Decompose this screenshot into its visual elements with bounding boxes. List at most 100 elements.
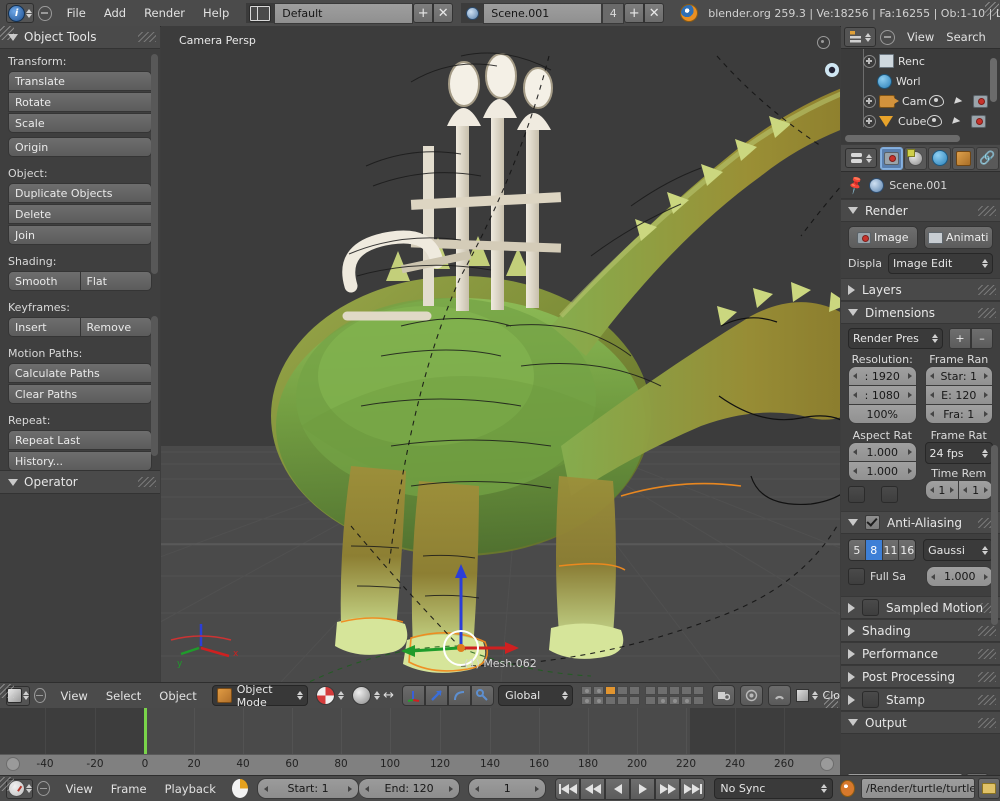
screen-layout-icon[interactable] (246, 3, 274, 23)
interaction-mode-select[interactable]: Object Mode (212, 685, 308, 706)
screen-layout-field[interactable]: Default (274, 3, 413, 24)
aspect-x-field[interactable]: 1.000 (848, 442, 917, 462)
shade-flat-button[interactable]: Flat (81, 271, 153, 291)
expand-icon[interactable] (863, 115, 876, 128)
tab-constraints[interactable]: 🔗 (976, 147, 999, 170)
frame-start-field[interactable]: Start: 1 (257, 778, 359, 799)
tab-world[interactable] (928, 147, 951, 170)
previous-keyframe-button[interactable] (580, 778, 605, 800)
area-corner-grip[interactable] (0, 684, 14, 698)
pin-icon[interactable]: 📌 (845, 174, 867, 195)
timeline-playhead[interactable] (144, 708, 147, 755)
sampled-motion-blur-section-header[interactable]: Sampled Motion (841, 596, 1000, 619)
outliner-horizontal-scrollbar[interactable] (845, 135, 960, 142)
record-icon[interactable] (840, 780, 855, 797)
duplicate-objects-button[interactable]: Duplicate Objects (8, 183, 152, 203)
outliner-menu-search[interactable]: Search (940, 26, 992, 49)
expand-icon[interactable] (863, 55, 876, 68)
snap-magnet-icon[interactable] (768, 685, 791, 706)
output-section-header[interactable]: Output (841, 711, 1000, 734)
crop-toggle[interactable] (881, 486, 898, 503)
scene-users-count[interactable]: 4 (602, 3, 624, 24)
join-button[interactable]: Join (8, 225, 152, 245)
area-corner-grip[interactable] (824, 694, 838, 708)
add-screen-layout-button[interactable]: + (413, 3, 433, 23)
origin-button[interactable]: Origin (8, 137, 152, 157)
collapse-menu-icon[interactable] (880, 30, 895, 45)
time-remap-new-field[interactable]: 1 (959, 480, 993, 500)
lock-camera-icon[interactable] (712, 685, 735, 706)
3d-viewport[interactable]: y x Camera Persp (1) Mesh.062 (161, 26, 840, 682)
object-tools-panel-header[interactable]: Object Tools (0, 26, 160, 49)
clear-paths-button[interactable]: Clear Paths (8, 384, 152, 404)
area-corner-grip[interactable] (985, 2, 999, 16)
selectability-cursor-icon[interactable] (952, 117, 961, 126)
resolution-y-field[interactable]: : 1080 (848, 386, 917, 405)
next-keyframe-button[interactable] (655, 778, 680, 800)
translate-button[interactable]: Translate (8, 71, 152, 91)
area-corner-grip[interactable] (0, 777, 14, 791)
timeline-editor[interactable]: -40 -20 0 20 40 60 80 100 120 140 160 18… (0, 708, 840, 775)
add-preset-button[interactable]: + (949, 328, 971, 349)
shading-section-header[interactable]: Shading (841, 619, 1000, 642)
aa-sample-16[interactable]: 16 (899, 540, 915, 560)
aa-sample-11[interactable]: 11 (883, 540, 900, 560)
layers-section-header[interactable]: Layers (841, 278, 1000, 301)
transform-orientation-select[interactable]: Global (498, 685, 572, 706)
aa-filter-select[interactable]: Gaussi (923, 539, 993, 561)
timeline-ruler[interactable]: -40 -20 0 20 40 60 80 100 120 140 160 18… (0, 754, 840, 775)
performance-section-header[interactable]: Performance (841, 642, 1000, 665)
manipulator-toggle-icon[interactable]: ↔ (383, 688, 394, 703)
menu-add[interactable]: Add (95, 1, 135, 25)
aa-sample-8[interactable]: 8 (866, 540, 883, 560)
dimensions-section-header[interactable]: Dimensions (841, 301, 1000, 324)
current-frame-field[interactable]: 1 (468, 778, 546, 799)
operator-panel-header[interactable]: Operator (0, 471, 160, 494)
antialiasing-section-header[interactable]: Anti-Aliasing (841, 511, 1000, 534)
shade-smooth-button[interactable]: Smooth (8, 271, 81, 291)
repeat-last-button[interactable]: Repeat Last (8, 430, 152, 450)
stamp-checkbox[interactable] (862, 691, 879, 708)
remove-preset-button[interactable]: – (971, 328, 993, 349)
frame-end-field[interactable]: End: 120 (359, 778, 460, 799)
play-button[interactable] (630, 778, 655, 800)
delete-button[interactable]: Delete (8, 204, 152, 224)
timeline-output-path-field[interactable]: /Render/turtle/turtle (861, 778, 975, 799)
render-animation-button[interactable]: Animati (924, 226, 994, 249)
outliner-menu-view[interactable]: View (901, 26, 940, 49)
frame-start-field[interactable]: Star: 1 (925, 366, 994, 386)
viewport-options-icon[interactable] (817, 36, 830, 49)
outliner-row-render-layers[interactable]: Renc (841, 51, 1000, 71)
collapse-menu-icon[interactable] (38, 6, 51, 21)
properties-scrollbar[interactable] (991, 445, 998, 625)
menu-render[interactable]: Render (135, 1, 194, 25)
tab-material[interactable] (904, 147, 927, 170)
outliner-vertical-scrollbar[interactable] (990, 58, 997, 102)
scale-button[interactable]: Scale (8, 113, 152, 133)
rotate-manipulator-icon[interactable] (425, 685, 448, 706)
properties-editor-icon[interactable] (845, 148, 877, 168)
new-scene-button[interactable]: + (624, 3, 644, 23)
toolshelf-scrollbar-lower[interactable] (151, 316, 158, 456)
manipulator-extra-icon[interactable] (471, 685, 494, 706)
auto-keying-icon[interactable] (231, 778, 249, 799)
aa-sample-5[interactable]: 5 (849, 540, 866, 560)
visibility-eye-icon[interactable] (927, 115, 942, 127)
expand-icon[interactable] (863, 95, 876, 108)
render-preset-select[interactable]: Render Pres (848, 328, 943, 349)
viewport-menu-select[interactable]: Select (97, 684, 150, 708)
rotate-button[interactable]: Rotate (8, 92, 152, 112)
resolution-x-field[interactable]: : 1920 (848, 366, 917, 386)
play-reverse-button[interactable] (605, 778, 630, 800)
full-sample-toggle[interactable] (848, 568, 865, 585)
collapse-menu-icon[interactable] (37, 781, 50, 796)
timeline-menu-frame[interactable]: Frame (102, 777, 156, 801)
frame-rate-select[interactable]: 24 fps (925, 442, 994, 464)
browse-folder-icon[interactable] (978, 778, 1000, 799)
scale-manipulator-icon[interactable] (448, 685, 471, 706)
area-corner-grip[interactable] (0, 26, 14, 40)
visibility-eye-icon[interactable] (929, 95, 944, 107)
insert-keyframe-button[interactable]: Insert (8, 317, 81, 337)
menu-file[interactable]: File (58, 1, 95, 25)
jump-to-end-button[interactable] (680, 778, 705, 800)
